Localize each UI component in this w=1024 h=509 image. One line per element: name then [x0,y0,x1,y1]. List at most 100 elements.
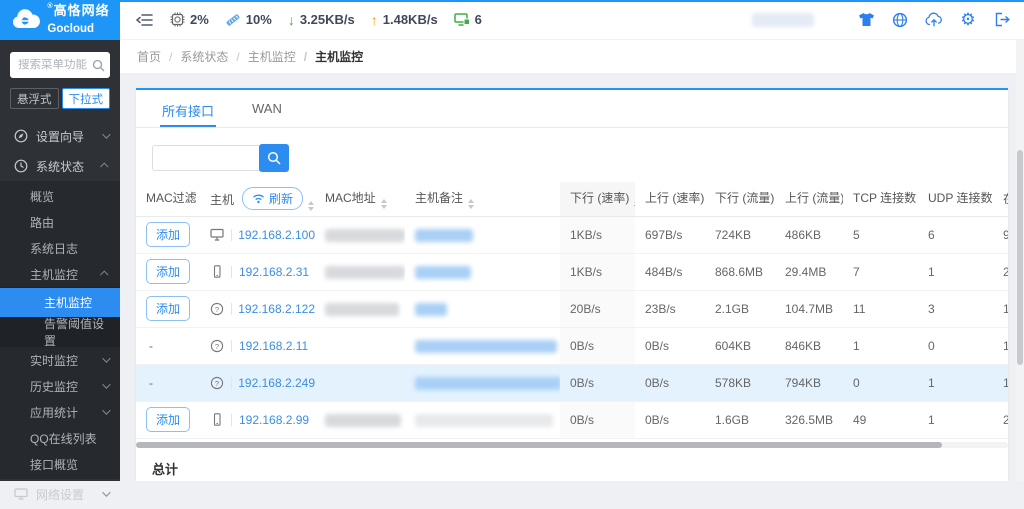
theme-shirt-icon[interactable] [856,10,876,30]
chevron-up-icon [100,162,108,170]
host-ip-link[interactable]: 192.168.2.31 [239,265,309,279]
menu-mode-toggle: 悬浮式 下拉式 [10,88,110,109]
sidebar-item-network-settings[interactable]: 网络设置 [0,479,120,509]
sidebar-item-label: 网络设置 [36,486,84,503]
host-ip-link[interactable]: 192.168.2.100 [238,228,315,242]
down-total-cell: 724KB [705,216,775,253]
breadcrumb-host-monitor[interactable]: 主机监控 [228,48,295,65]
cpu-value: 2% [190,12,209,27]
sidebar-item-overview[interactable]: 概览 [0,183,120,209]
horizontal-scrollbar-thumb[interactable] [136,442,942,448]
mac-redacted [325,414,401,427]
vertical-scrollbar-thumb[interactable] [1017,150,1023,365]
host-ip-link[interactable]: 192.168.2.11 [239,339,308,353]
interface-tabs: 所有接口 WAN [136,90,1008,128]
sort-icon[interactable] [468,199,474,209]
up-rate-cell: 0B/s [635,364,705,401]
add-filter-button[interactable]: 添加 [146,259,190,284]
search-button[interactable] [259,144,289,172]
chevron-down-icon [102,130,110,138]
down-total-cell: 604KB [705,327,775,364]
udp-cell: 1 [918,364,993,401]
sidebar-item-label: 告警阈值设置 [44,315,108,349]
breadcrumb-system-status[interactable]: 系统状态 [161,48,228,65]
tab-all-interfaces[interactable]: 所有接口 [160,90,216,127]
note-redacted [415,266,471,279]
search-icon [267,151,281,165]
col-down-rate: 下行 (速率) [560,182,635,216]
download-stat: ↓ 3.25KB/s [288,12,355,28]
sidebar-item-label: 实时监控 [30,352,78,369]
online-cell: 9分 [993,216,1008,253]
sidebar-item-alert-threshold[interactable]: 告警阈值设置 [0,317,120,346]
sidebar-item-host-monitor-group[interactable]: 主机监控 [0,261,120,287]
sidebar-item-interface-overview[interactable]: 接口概览 [0,451,120,477]
tcp-cell: 7 [843,253,918,290]
table-row: 添加 ?192.168.2.122 20B/s 23B/s 2.1GB 104.… [136,290,1008,327]
sidebar-item-setup-wizard[interactable]: 设置向导 [0,121,120,151]
up-total-cell: 794KB [775,364,843,401]
sidebar-item-routes[interactable]: 路由 [0,209,120,235]
up-total-cell: 104.7MB [775,290,843,327]
chevron-down-icon [102,406,110,414]
sidebar-item-realtime-monitor[interactable]: 实时监控 [0,347,120,373]
sidebar-item-host-monitor[interactable]: 主机监控 [0,288,120,317]
col-up-total: 上行 (流量) [775,182,843,216]
tab-wan[interactable]: WAN [250,90,284,127]
host-filter-input[interactable] [152,145,260,171]
sidebar-item-app-stats[interactable]: 应用统计 [0,399,120,425]
online-cell: 1天 [993,290,1008,327]
username-redacted [752,13,814,27]
logout-icon[interactable] [992,10,1012,30]
svg-text:?: ? [215,304,219,313]
sort-icon[interactable] [308,201,314,211]
memory-value: 10% [246,12,272,27]
host-ip-link[interactable]: 192.168.2.99 [239,413,309,427]
mode-float-button[interactable]: 悬浮式 [10,88,59,109]
note-redacted [415,377,560,390]
mode-dropdown-button[interactable]: 下拉式 [62,88,111,109]
divider [231,340,232,352]
table-row: 添加 192.168.2.99 0B/s 0B/s 1.6GB 326.5MB … [136,401,1008,438]
cloud-upload-icon[interactable] [924,10,944,30]
sidebar-search-input[interactable] [18,59,92,71]
add-filter-button[interactable]: 添加 [146,296,190,321]
add-filter-button[interactable]: 添加 [146,222,190,247]
online-cell: 2天 [993,401,1008,438]
download-value: 3.25KB/s [300,12,355,27]
udp-cell: 1 [918,401,993,438]
host-ip-link[interactable]: 192.168.2.122 [238,302,315,316]
add-filter-button[interactable]: 添加 [146,407,190,432]
col-down-total: 下行 (流量) [705,182,775,216]
chevron-down-icon [102,354,110,362]
menu-fold-icon[interactable] [134,10,154,30]
table-row: 添加 192.168.2.31 1KB/s 484B/s 868.6MB 29.… [136,253,1008,290]
up-rate-cell: 484B/s [635,253,705,290]
host-ip-link[interactable]: 192.168.2.249 [238,376,315,390]
gear-icon[interactable]: ⚙ [958,10,978,30]
sidebar-item-qq-online-list[interactable]: QQ在线列表 [0,425,120,451]
tcp-cell: 11 [843,290,918,327]
dashboard-icon [14,159,28,173]
host-monitor-submenu: 主机监控 告警阈值设置 [0,287,120,347]
udp-cell: 3 [918,290,993,327]
horizontal-scrollbar[interactable] [136,442,1008,448]
vertical-scrollbar[interactable] [1016,40,1024,481]
sidebar-item-history-monitor[interactable]: 历史监控 [0,373,120,399]
brand-logo[interactable]: ®高恪网络 Gocloud [0,0,120,40]
up-total-cell: 29.4MB [775,253,843,290]
chevron-down-icon [102,488,110,496]
tcp-cell: 1 [843,327,918,364]
down-rate-cell: 0B/s [560,401,635,438]
refresh-button[interactable]: 刷新 [242,187,303,210]
devices-stat: 6 [454,12,482,27]
breadcrumb-home[interactable]: 首页 [137,48,161,65]
col-mac-filter: MAC过滤 [136,182,200,216]
phone-icon [210,265,224,278]
sidebar-item-system-status[interactable]: 系统状态 [0,151,120,181]
sort-icon[interactable] [381,199,387,209]
sort-icon[interactable] [634,199,635,209]
sidebar-item-label: 路由 [30,214,54,231]
language-globe-icon[interactable] [890,10,910,30]
sidebar-item-system-log[interactable]: 系统日志 [0,235,120,261]
